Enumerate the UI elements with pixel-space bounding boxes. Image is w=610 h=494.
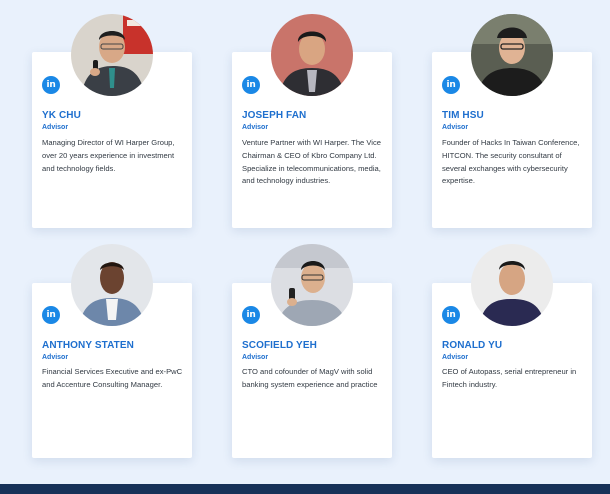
member-name: RONALD YU: [442, 340, 503, 351]
avatar: [471, 14, 553, 96]
member-description: Financial Services Executive and ex-PwC …: [42, 367, 183, 389]
member-name: SCOFIELD YEH: [242, 340, 317, 351]
member-name: JOSEPH FAN: [242, 110, 307, 121]
linkedin-icon[interactable]: in: [42, 76, 60, 94]
member-role: Advisor: [242, 354, 269, 361]
linkedin-icon[interactable]: in: [242, 76, 260, 94]
member-name: ANTHONY STATEN: [42, 340, 134, 351]
avatar: [71, 14, 153, 96]
member-role: Advisor: [42, 124, 69, 131]
member-description: Founder of Hacks In Taiwan Conference, H…: [442, 138, 580, 186]
linkedin-icon[interactable]: in: [442, 306, 460, 324]
footer-bar: [0, 484, 610, 494]
member-name: TIM HSU: [442, 110, 484, 121]
avatar: [271, 244, 353, 326]
avatar: [71, 244, 153, 326]
linkedin-icon[interactable]: in: [42, 306, 60, 324]
member-role: Advisor: [242, 124, 269, 131]
member-description: CEO of Autopass, serial entrepreneur in …: [442, 367, 577, 389]
member-description: Venture Partner with WI Harper. The Vice…: [242, 138, 382, 186]
member-role: Advisor: [42, 354, 69, 361]
avatar: [271, 14, 353, 96]
member-role: Advisor: [442, 354, 469, 361]
linkedin-icon[interactable]: in: [442, 76, 460, 94]
linkedin-icon[interactable]: in: [242, 306, 260, 324]
member-description: Managing Director of WI Harper Group, ov…: [42, 138, 175, 173]
member-description: CTO and cofounder of MagV with solid ban…: [242, 367, 378, 389]
member-name: YK CHU: [42, 110, 81, 121]
avatar: [471, 244, 553, 326]
member-role: Advisor: [442, 124, 469, 131]
